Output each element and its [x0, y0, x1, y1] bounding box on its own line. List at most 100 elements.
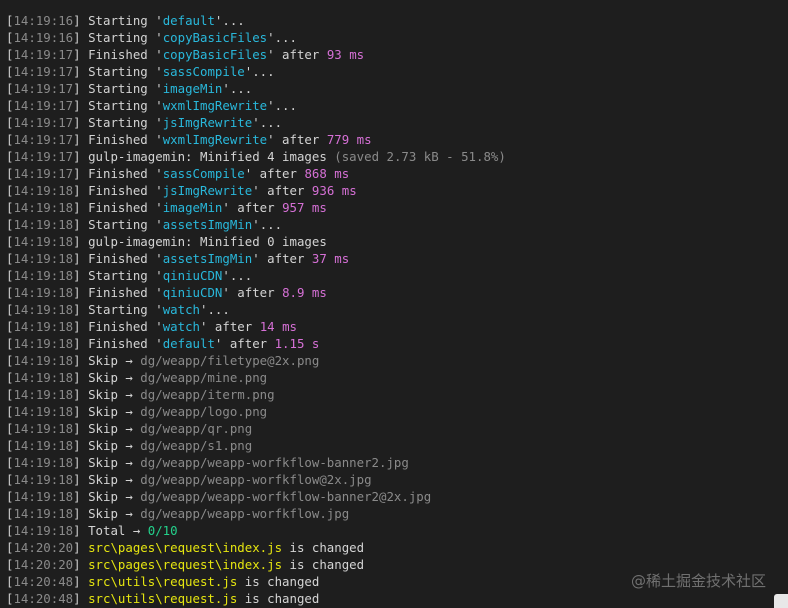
task-name: qiniuCDN [162, 268, 223, 283]
log-text: Starting [88, 268, 156, 283]
quote: ' [222, 200, 230, 215]
quote: ' [222, 81, 230, 96]
bracket: ] [73, 234, 89, 249]
quote: ' [155, 285, 163, 300]
log-text: Starting [88, 81, 156, 96]
log-text: Finished [88, 319, 156, 334]
log-line: [14:20:48] src\utils\request.js is chang… [6, 590, 788, 607]
bracket: ] [73, 132, 89, 147]
timestamp: 14:19:18 [13, 268, 74, 283]
quote: ' [155, 319, 163, 334]
log-text: after [274, 132, 327, 147]
log-line: [14:19:18] Starting 'qiniuCDN'... [6, 267, 788, 284]
timestamp: 14:19:17 [13, 149, 74, 164]
log-line: [14:19:18] Skip → dg/weapp/mine.png [6, 369, 788, 386]
log-text: ... [207, 302, 230, 317]
duration: 8.9 ms [282, 285, 327, 300]
log-text: ... [259, 217, 283, 232]
timestamp: 14:19:17 [13, 166, 74, 181]
log-line: [14:19:18] Skip → dg/weapp/logo.png [6, 403, 788, 420]
log-text: Starting [88, 13, 156, 28]
log-line: [14:19:17] Finished 'sassCompile' after … [6, 165, 788, 182]
duration: 1.15 s [274, 336, 320, 351]
timestamp: 14:20:20 [13, 540, 74, 555]
bracket: ] [73, 149, 89, 164]
bracket: ] [73, 370, 89, 385]
task-name: imageMin [162, 81, 223, 96]
quote: ' [155, 13, 163, 28]
log-text: is changed [282, 540, 365, 555]
log-line: [14:19:17] Starting 'imageMin'... [6, 80, 788, 97]
bracket: ] [73, 81, 89, 96]
bracket: ] [73, 523, 89, 538]
log-line: [14:19:18] Finished 'jsImgRewrite' after… [6, 182, 788, 199]
log-text: Skip → [88, 421, 141, 436]
quote: ' [155, 81, 163, 96]
dim-text: dg/weapp/filetype@2x.png [140, 353, 320, 368]
bracket: ] [73, 353, 89, 368]
bracket: ] [73, 285, 89, 300]
bracket: ] [73, 506, 89, 521]
quote: ' [252, 251, 260, 266]
bracket: ] [73, 64, 89, 79]
log-text: after [207, 319, 260, 334]
bracket: ] [73, 591, 89, 606]
quote: ' [155, 115, 163, 130]
quote: ' [155, 268, 163, 283]
log-text: Skip → [88, 404, 141, 419]
log-text: Starting [88, 64, 156, 79]
task-name: default [162, 13, 215, 28]
quote: ' [155, 200, 163, 215]
duration: 779 ms [326, 132, 372, 147]
log-text: Finished [88, 47, 156, 62]
timestamp: 14:19:18 [13, 200, 74, 215]
timestamp: 14:19:18 [13, 234, 74, 249]
log-line: [14:19:18] Finished 'qiniuCDN' after 8.9… [6, 284, 788, 301]
timestamp: 14:19:18 [13, 353, 74, 368]
quote: ' [155, 64, 163, 79]
log-line: [14:19:18] Skip → dg/weapp/weapp-worfkfl… [6, 505, 788, 522]
timestamp: 14:19:16 [13, 13, 74, 28]
log-line: [14:19:17] Finished 'wxmlImgRewrite' aft… [6, 131, 788, 148]
timestamp: 14:19:18 [13, 251, 74, 266]
quote: ' [155, 132, 163, 147]
log-text: Starting [88, 302, 156, 317]
quote: ' [252, 183, 260, 198]
log-line: [14:19:18] Skip → dg/weapp/weapp-worfkfl… [6, 454, 788, 471]
timestamp: 14:19:18 [13, 302, 74, 317]
duration: 14 ms [259, 319, 297, 334]
quote: ' [155, 166, 163, 181]
log-text: after [229, 200, 283, 215]
bracket: ] [73, 115, 89, 130]
log-line: [14:19:16] Starting 'default'... [6, 12, 788, 29]
bracket: ] [73, 574, 89, 589]
log-text: after [252, 166, 305, 181]
log-line: [14:19:18] Starting 'watch'... [6, 301, 788, 318]
log-text: ... [274, 30, 297, 45]
duration: 93 ms [326, 47, 365, 62]
task-name: wxmlImgRewrite [162, 98, 268, 113]
log-text: ... [252, 64, 275, 79]
bracket: ] [73, 268, 89, 283]
log-text: Total → [88, 523, 148, 538]
log-text: after [259, 251, 312, 266]
changed-file: src\utils\request.js [88, 591, 238, 606]
quote: ' [155, 183, 163, 198]
bracket: ] [73, 540, 89, 555]
task-name: watch [162, 319, 200, 334]
log-line: [14:19:18] Starting 'assetsImgMin'... [6, 216, 788, 233]
duration: 37 ms [311, 251, 350, 266]
quote: ' [155, 98, 163, 113]
task-name: assetsImgMin [162, 251, 253, 266]
log-line: [14:19:17] gulp-imagemin: Minified 4 ima… [6, 148, 788, 165]
bracket: ] [73, 183, 89, 198]
log-text: Skip → [88, 387, 141, 402]
terminal-output[interactable]: [14:19:16] Starting 'default'... [14:19:1… [0, 0, 788, 608]
bracket: ] [73, 98, 89, 113]
bracket: ] [73, 489, 89, 504]
log-lines: [14:19:16] Starting 'default'... [14:19:1… [6, 12, 788, 607]
timestamp: 14:19:18 [13, 489, 74, 504]
corner-icon [774, 594, 788, 608]
task-name: jsImgRewrite [162, 115, 253, 130]
duration: 936 ms [311, 183, 357, 198]
